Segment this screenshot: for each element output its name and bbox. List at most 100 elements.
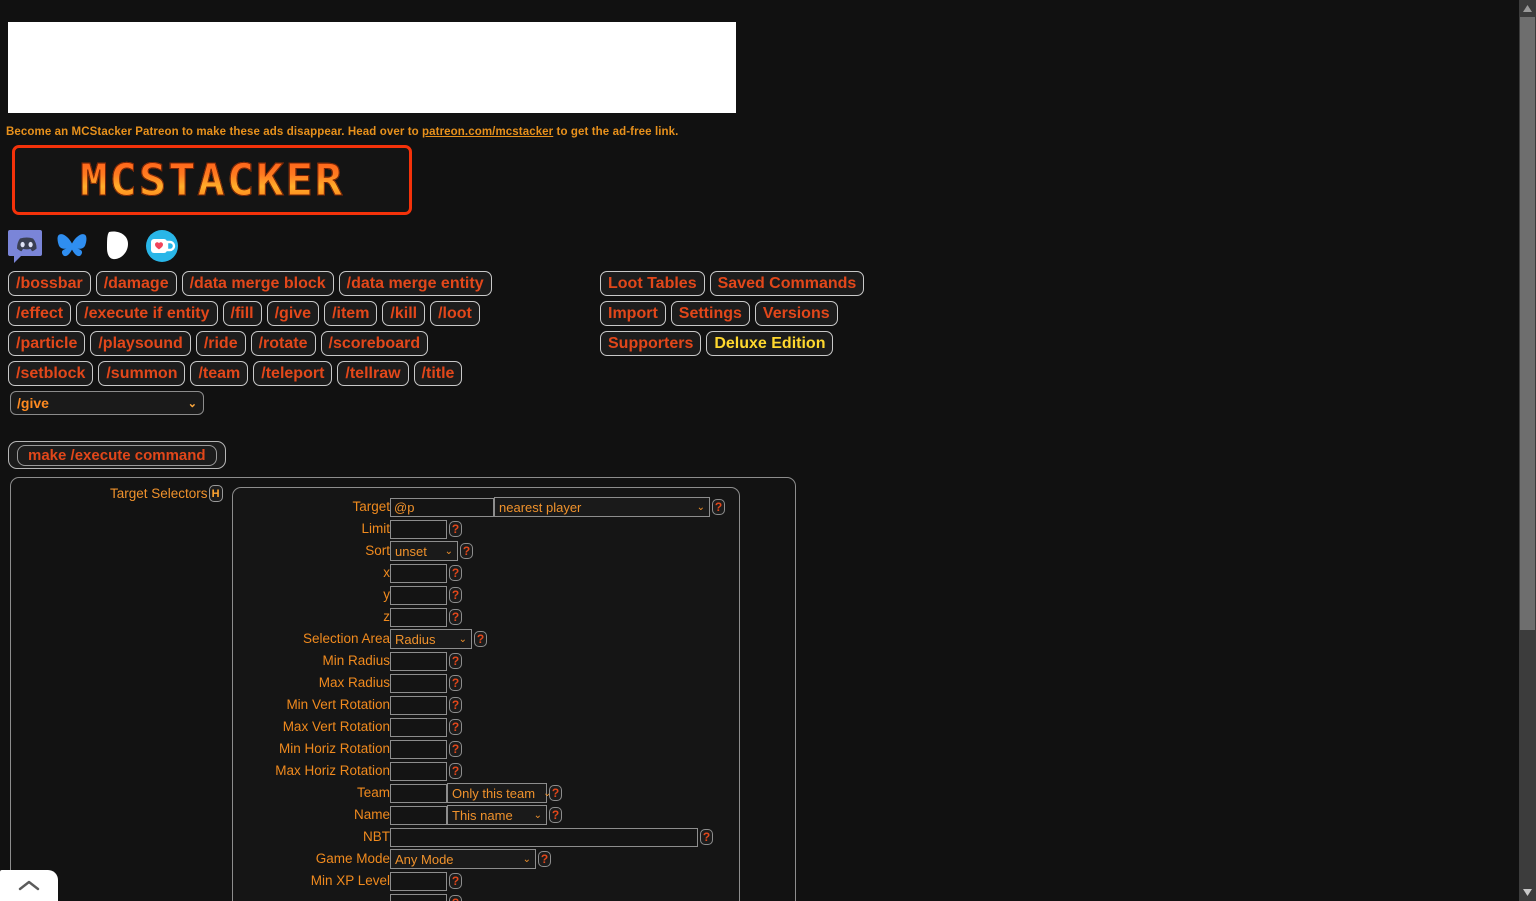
command-button-execute-if-entity[interactable]: /execute if entity: [76, 301, 218, 326]
help-icon[interactable]: ?: [712, 499, 725, 515]
help-icon[interactable]: ?: [460, 543, 473, 559]
scrollbar-up-arrow[interactable]: [1519, 0, 1536, 17]
help-icon[interactable]: ?: [449, 763, 462, 779]
command-button-fill[interactable]: /fill: [222, 301, 262, 326]
command-button-team[interactable]: /team: [190, 361, 249, 386]
command-button-kill[interactable]: /kill: [382, 301, 426, 326]
help-icon[interactable]: ?: [449, 609, 462, 625]
command-button-teleport[interactable]: /teleport: [253, 361, 333, 386]
field-input[interactable]: [390, 761, 447, 781]
scrollbar-thumb[interactable]: [1520, 17, 1535, 630]
ad-banner[interactable]: [8, 22, 736, 113]
command-button-title[interactable]: /title: [413, 361, 463, 386]
discord-icon[interactable]: [8, 227, 46, 265]
help-icon[interactable]: ?: [538, 851, 551, 867]
field-select[interactable]: This name ⌄: [447, 805, 547, 825]
command-button-give[interactable]: /give: [266, 301, 320, 326]
field-input[interactable]: [390, 585, 447, 605]
help-icon[interactable]: ?: [449, 565, 462, 581]
form-row: Target nearest player ⌄?: [233, 496, 739, 518]
field-select[interactable]: Only this team ⌄: [447, 783, 551, 803]
patreon-notice-suffix: to get the ad-free link.: [553, 126, 679, 138]
tool-button-import[interactable]: Import: [600, 301, 666, 326]
field-input[interactable]: [390, 717, 447, 737]
command-button-bossbar[interactable]: /bossbar: [8, 271, 91, 296]
field-input[interactable]: [390, 805, 447, 825]
command-button-particle[interactable]: /particle: [8, 331, 86, 356]
kofi-icon[interactable]: [143, 227, 181, 265]
patreon-notice: Become an MCStacker Patreon to make thes…: [6, 126, 678, 138]
field-select-value: Only this team: [452, 785, 536, 801]
field-select[interactable]: Radius ⌄: [390, 629, 472, 649]
help-icon[interactable]: ?: [449, 653, 462, 669]
field-select-value: Any Mode: [395, 851, 454, 867]
field-select[interactable]: nearest player ⌄: [494, 497, 710, 517]
help-icon[interactable]: ?: [449, 587, 462, 603]
command-button-item[interactable]: /item: [324, 301, 378, 326]
tool-button-deluxe-edition[interactable]: Deluxe Edition: [706, 331, 834, 356]
field-input[interactable]: [390, 893, 447, 901]
help-icon[interactable]: ?: [449, 675, 462, 691]
field-input[interactable]: [390, 783, 447, 803]
help-icon[interactable]: ?: [549, 807, 562, 823]
tool-button-settings[interactable]: Settings: [670, 301, 750, 326]
command-button-ride[interactable]: /ride: [195, 331, 246, 356]
command-button-scoreboard[interactable]: /scoreboard: [320, 331, 429, 356]
help-icon[interactable]: ?: [449, 741, 462, 757]
command-button-loot[interactable]: /loot: [430, 301, 480, 326]
command-select[interactable]: /give ⌄: [10, 391, 204, 415]
hide-toggle-badge[interactable]: H: [208, 485, 223, 502]
tool-button-versions[interactable]: Versions: [754, 301, 838, 326]
command-button-data-merge-block[interactable]: /data merge block: [181, 271, 334, 296]
field-input[interactable]: [390, 871, 447, 891]
help-icon[interactable]: ?: [449, 521, 462, 537]
command-button-effect[interactable]: /effect: [8, 301, 72, 326]
field-label: y: [383, 587, 390, 602]
field-select[interactable]: unset ⌄: [390, 541, 458, 561]
field-input[interactable]: [390, 651, 447, 671]
scroll-to-top-button[interactable]: [0, 870, 58, 901]
command-button-tellraw[interactable]: /tellraw: [337, 361, 409, 386]
make-execute-command-button[interactable]: make /execute command: [8, 441, 226, 469]
field-select[interactable]: Any Mode ⌄: [390, 849, 536, 869]
command-button-playsound[interactable]: /playsound: [90, 331, 191, 356]
command-button-data-merge-entity[interactable]: /data merge entity: [338, 271, 492, 296]
form-row: ?: [233, 892, 739, 901]
bluesky-icon[interactable]: [53, 227, 91, 265]
command-button-row: /setblock /summon /team /teleport /tellr…: [8, 361, 588, 386]
command-button-group: /bossbar /damage /data merge block /data…: [8, 271, 588, 391]
field-input[interactable]: [390, 695, 447, 715]
help-icon[interactable]: ?: [449, 697, 462, 713]
command-button-rotate[interactable]: /rotate: [250, 331, 316, 356]
help-icon[interactable]: ?: [449, 719, 462, 735]
scrollbar-down-arrow[interactable]: [1519, 884, 1536, 901]
mcstacker-logo[interactable]: MCSTACKER: [12, 145, 412, 215]
page-scrollbar[interactable]: [1519, 0, 1536, 901]
tool-button-saved-commands[interactable]: Saved Commands: [709, 271, 865, 296]
form-row: Min XP Level?: [233, 870, 739, 892]
field-input[interactable]: [390, 607, 447, 627]
form-row: Game Mode Any Mode ⌄?: [233, 848, 739, 870]
help-icon[interactable]: ?: [449, 873, 462, 889]
field-input[interactable]: [390, 827, 698, 847]
field-input[interactable]: [390, 739, 447, 759]
field-input[interactable]: [390, 563, 447, 583]
help-icon[interactable]: ?: [449, 895, 462, 901]
tool-button-supporters[interactable]: Supporters: [600, 331, 702, 356]
field-label: Team: [356, 785, 390, 800]
field-input[interactable]: [390, 519, 447, 539]
field-input[interactable]: [390, 497, 494, 517]
chevron-down-icon: ⌄: [522, 853, 531, 865]
help-icon[interactable]: ?: [474, 631, 487, 647]
make-execute-command-label: make /execute command: [17, 444, 217, 466]
field-label: Min Radius: [322, 653, 390, 668]
patreon-icon[interactable]: [98, 227, 136, 265]
patreon-link[interactable]: patreon.com/mcstacker: [422, 126, 553, 138]
help-icon[interactable]: ?: [549, 785, 562, 801]
field-input[interactable]: [390, 673, 447, 693]
command-button-summon[interactable]: /summon: [98, 361, 186, 386]
help-icon[interactable]: ?: [700, 829, 713, 845]
tool-button-loot-tables[interactable]: Loot Tables: [600, 271, 705, 296]
command-button-setblock[interactable]: /setblock: [8, 361, 94, 386]
command-button-damage[interactable]: /damage: [95, 271, 177, 296]
